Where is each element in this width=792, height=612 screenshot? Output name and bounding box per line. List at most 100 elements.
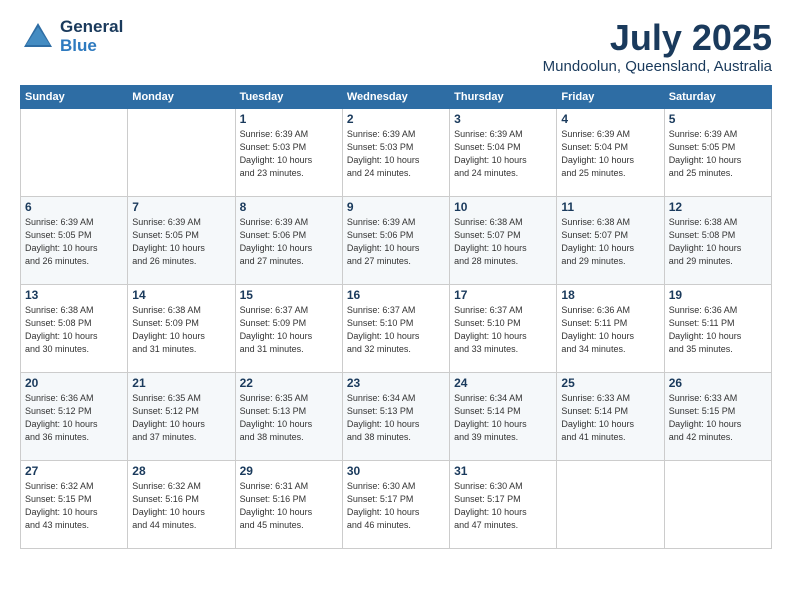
- weekday-header: Sunday: [21, 85, 128, 108]
- calendar-cell: 2 Sunrise: 6:39 AM Sunset: 5:03 PM Daylig…: [342, 108, 449, 196]
- calendar-cell: 19 Sunrise: 6:36 AM Sunset: 5:11 PM Dayli…: [664, 284, 771, 372]
- day-number: 10: [454, 200, 552, 214]
- calendar-cell: 22 Sunrise: 6:35 AM Sunset: 5:13 PM Dayli…: [235, 372, 342, 460]
- day-number: 4: [561, 112, 659, 126]
- title-block: July 2025 Mundoolun, Queensland, Austral…: [543, 18, 772, 75]
- day-detail: Sunrise: 6:32 AM Sunset: 5:16 PM Dayligh…: [132, 481, 205, 530]
- month-title: July 2025: [543, 18, 772, 58]
- day-detail: Sunrise: 6:37 AM Sunset: 5:10 PM Dayligh…: [347, 305, 420, 354]
- calendar-cell: 1Sunrise: 6:39 AM Sunset: 5:03 PM Daylig…: [235, 108, 342, 196]
- day-number: 27: [25, 464, 123, 478]
- day-detail: Sunrise: 6:36 AM Sunset: 5:11 PM Dayligh…: [669, 305, 742, 354]
- calendar-cell: [21, 108, 128, 196]
- logo-text: General Blue: [60, 18, 123, 55]
- page: General Blue July 2025 Mundoolun, Queens…: [0, 0, 792, 612]
- day-number: 1: [240, 112, 338, 126]
- day-number: 21: [132, 376, 230, 390]
- weekday-header: Thursday: [450, 85, 557, 108]
- day-number: 25: [561, 376, 659, 390]
- calendar-cell: 24Sunrise: 6:34 AM Sunset: 5:14 PM Dayli…: [450, 372, 557, 460]
- day-number: 17: [454, 288, 552, 302]
- day-detail: Sunrise: 6:37 AM Sunset: 5:10 PM Dayligh…: [454, 305, 527, 354]
- day-detail: Sunrise: 6:32 AM Sunset: 5:15 PM Dayligh…: [25, 481, 98, 530]
- calendar-cell: 31 Sunrise: 6:30 AM Sunset: 5:17 PM Dayli…: [450, 460, 557, 548]
- day-number: 22: [240, 376, 338, 390]
- calendar-cell: 28Sunrise: 6:32 AM Sunset: 5:16 PM Dayli…: [128, 460, 235, 548]
- calendar-cell: 30 Sunrise: 6:30 AM Sunset: 5:17 PM Dayli…: [342, 460, 449, 548]
- calendar-week-row: 6 Sunrise: 6:39 AM Sunset: 5:05 PM Daylig…: [21, 196, 772, 284]
- calendar-cell: 23Sunrise: 6:34 AM Sunset: 5:13 PM Dayli…: [342, 372, 449, 460]
- location: Mundoolun, Queensland, Australia: [543, 58, 772, 75]
- calendar-cell: 17 Sunrise: 6:37 AM Sunset: 5:10 PM Dayli…: [450, 284, 557, 372]
- calendar-cell: [128, 108, 235, 196]
- day-number: 3: [454, 112, 552, 126]
- day-number: 14: [132, 288, 230, 302]
- calendar-cell: 27 Sunrise: 6:32 AM Sunset: 5:15 PM Dayli…: [21, 460, 128, 548]
- day-number: 7: [132, 200, 230, 214]
- calendar-week-row: 27 Sunrise: 6:32 AM Sunset: 5:15 PM Dayli…: [21, 460, 772, 548]
- calendar-cell: 20Sunrise: 6:36 AM Sunset: 5:12 PM Dayli…: [21, 372, 128, 460]
- day-number: 12: [669, 200, 767, 214]
- day-detail: Sunrise: 6:33 AM Sunset: 5:15 PM Dayligh…: [669, 393, 742, 442]
- calendar-cell: 26 Sunrise: 6:33 AM Sunset: 5:15 PM Dayli…: [664, 372, 771, 460]
- calendar-cell: 9 Sunrise: 6:39 AM Sunset: 5:06 PM Daylig…: [342, 196, 449, 284]
- day-detail: Sunrise: 6:30 AM Sunset: 5:17 PM Dayligh…: [347, 481, 420, 530]
- day-detail: Sunrise: 6:35 AM Sunset: 5:13 PM Dayligh…: [240, 393, 313, 442]
- calendar-cell: 11 Sunrise: 6:38 AM Sunset: 5:07 PM Dayli…: [557, 196, 664, 284]
- weekday-header: Wednesday: [342, 85, 449, 108]
- calendar-cell: 15 Sunrise: 6:37 AM Sunset: 5:09 PM Dayli…: [235, 284, 342, 372]
- day-number: 8: [240, 200, 338, 214]
- calendar-cell: 12 Sunrise: 6:38 AM Sunset: 5:08 PM Dayli…: [664, 196, 771, 284]
- day-detail: Sunrise: 6:38 AM Sunset: 5:08 PM Dayligh…: [25, 305, 98, 354]
- calendar-cell: 16 Sunrise: 6:37 AM Sunset: 5:10 PM Dayli…: [342, 284, 449, 372]
- day-detail: Sunrise: 6:38 AM Sunset: 5:07 PM Dayligh…: [454, 217, 527, 266]
- day-detail: Sunrise: 6:39 AM Sunset: 5:05 PM Dayligh…: [132, 217, 205, 266]
- logo: General Blue: [20, 18, 123, 55]
- day-detail: Sunrise: 6:38 AM Sunset: 5:07 PM Dayligh…: [561, 217, 634, 266]
- day-number: 13: [25, 288, 123, 302]
- day-detail: Sunrise: 6:39 AM Sunset: 5:06 PM Dayligh…: [347, 217, 420, 266]
- day-detail: Sunrise: 6:39 AM Sunset: 5:04 PM Dayligh…: [454, 129, 527, 178]
- calendar-cell: 6 Sunrise: 6:39 AM Sunset: 5:05 PM Daylig…: [21, 196, 128, 284]
- calendar-week-row: 13 Sunrise: 6:38 AM Sunset: 5:08 PM Dayli…: [21, 284, 772, 372]
- day-number: 29: [240, 464, 338, 478]
- day-number: 30: [347, 464, 445, 478]
- day-number: 9: [347, 200, 445, 214]
- logo-icon: [20, 19, 56, 55]
- day-detail: Sunrise: 6:39 AM Sunset: 5:05 PM Dayligh…: [25, 217, 98, 266]
- calendar-week-row: 20Sunrise: 6:36 AM Sunset: 5:12 PM Dayli…: [21, 372, 772, 460]
- day-number: 16: [347, 288, 445, 302]
- day-detail: Sunrise: 6:37 AM Sunset: 5:09 PM Dayligh…: [240, 305, 313, 354]
- day-detail: Sunrise: 6:38 AM Sunset: 5:08 PM Dayligh…: [669, 217, 742, 266]
- header: General Blue July 2025 Mundoolun, Queens…: [20, 18, 772, 75]
- day-detail: Sunrise: 6:39 AM Sunset: 5:03 PM Dayligh…: [347, 129, 420, 178]
- day-detail: Sunrise: 6:30 AM Sunset: 5:17 PM Dayligh…: [454, 481, 527, 530]
- calendar-week-row: 1 Sunrise: 6:39 AM Sunset: 5:03 PM Daylig…: [21, 108, 772, 196]
- day-number: 11: [561, 200, 659, 214]
- calendar-cell: 10 Sunrise: 6:38 AM Sunset: 5:07 PM Dayli…: [450, 196, 557, 284]
- day-number: 6: [25, 200, 123, 214]
- calendar-cell: 5 Sunrise: 6:39 AM Sunset: 5:05 PM Daylig…: [664, 108, 771, 196]
- weekday-header: Monday: [128, 85, 235, 108]
- calendar-cell: 13 Sunrise: 6:38 AM Sunset: 5:08 PM Dayli…: [21, 284, 128, 372]
- day-number: 19: [669, 288, 767, 302]
- day-number: 26: [669, 376, 767, 390]
- weekday-header: Tuesday: [235, 85, 342, 108]
- day-detail: Sunrise: 6:36 AM Sunset: 5:12 PM Dayligh…: [25, 393, 98, 442]
- day-detail: Sunrise: 6:34 AM Sunset: 5:13 PM Dayligh…: [347, 393, 420, 442]
- day-number: 24: [454, 376, 552, 390]
- day-number: 5: [669, 112, 767, 126]
- day-number: 31: [454, 464, 552, 478]
- calendar-header-row: SundayMondayTuesdayWednesdayThursdayFrid…: [21, 85, 772, 108]
- day-detail: Sunrise: 6:35 AM Sunset: 5:12 PM Dayligh…: [132, 393, 205, 442]
- day-number: 15: [240, 288, 338, 302]
- logo-general: General: [60, 18, 123, 37]
- calendar-cell: 25Sunrise: 6:33 AM Sunset: 5:14 PM Dayli…: [557, 372, 664, 460]
- calendar-cell: 21 Sunrise: 6:35 AM Sunset: 5:12 PM Dayli…: [128, 372, 235, 460]
- day-detail: Sunrise: 6:39 AM Sunset: 5:06 PM Dayligh…: [240, 217, 313, 266]
- logo-blue: Blue: [60, 37, 123, 56]
- day-detail: Sunrise: 6:36 AM Sunset: 5:11 PM Dayligh…: [561, 305, 634, 354]
- day-detail: Sunrise: 6:39 AM Sunset: 5:05 PM Dayligh…: [669, 129, 742, 178]
- calendar-cell: [557, 460, 664, 548]
- day-number: 2: [347, 112, 445, 126]
